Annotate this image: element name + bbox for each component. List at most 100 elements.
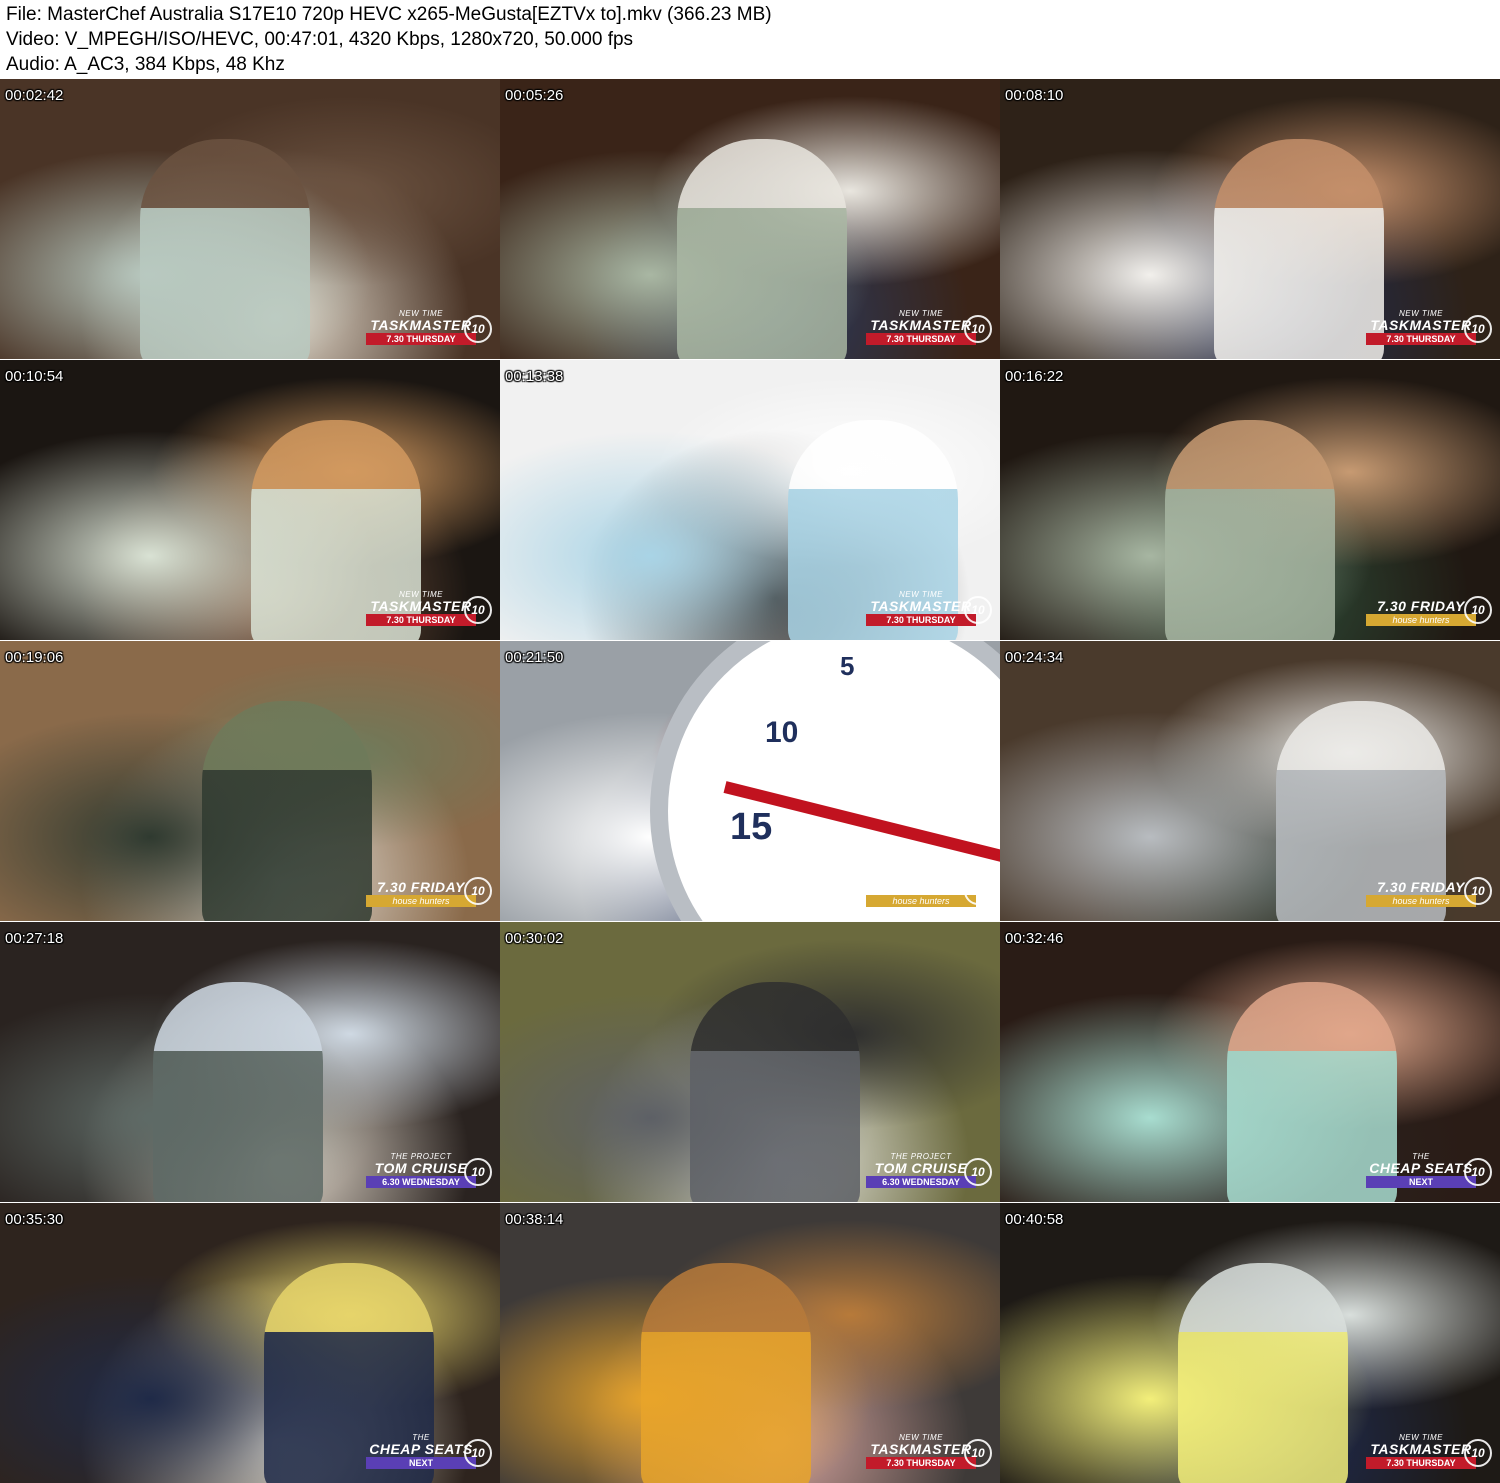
video-frame-thumbnail[interactable]: 00:05:26 NEW TIME TASKMASTER 7.30 THURSDAY 1… [500,79,1000,359]
thumbnail-grid: 00:02:42 NEW TIME TASKMASTER 7.30 THURSDAY 1… [0,79,1500,1483]
video-frame-thumbnail[interactable]: 5 10 15 00:21:50 7.30 FRIDAY house hunters 10 [500,641,1000,921]
video-frame-thumbnail[interactable]: 00:16:22 7.30 FRIDAY house hunters 10 [1000,360,1500,640]
promo-overlay: THE PROJECT TOM CRUISE 6.30 WEDNESDAY [366,1152,476,1188]
person-silhouette [1178,1263,1348,1483]
promo-overlay-title: 7.30 FRIDAY [1377,879,1465,895]
channel-10-logo-icon: 10 [964,1439,992,1467]
channel-10-logo-icon: 10 [964,1158,992,1186]
promo-overlay-title: CHEAP SEATS [369,1441,473,1457]
person-silhouette [140,139,310,359]
promo-overlay-title: 7.30 FRIDAY [1377,598,1465,614]
channel-10-logo-icon: 10 [1464,1158,1492,1186]
channel-10-logo-icon: 10 [964,596,992,624]
promo-overlay-title: TASKMASTER [370,598,472,614]
video-info-line: Video: V_MPEGH/ISO/HEVC, 00:47:01, 4320 … [6,29,634,50]
promo-overlay-title: TASKMASTER [870,317,972,333]
person-silhouette [202,701,372,921]
promo-overlay-band: 7.30 THURSDAY [866,614,976,626]
video-frame-thumbnail[interactable]: 00:02:42 NEW TIME TASKMASTER 7.30 THURSDAY 1… [0,79,500,359]
video-frame-thumbnail[interactable]: 00:32:46 THE CHEAP SEATS NEXT 10 [1000,922,1500,1202]
promo-overlay: THE CHEAP SEATS NEXT [366,1433,476,1469]
promo-overlay: NEW TIME TASKMASTER 7.30 THURSDAY [366,590,476,626]
video-frame-thumbnail[interactable]: 00:24:34 7.30 FRIDAY house hunters 10 [1000,641,1500,921]
promo-overlay: THE PROJECT TOM CRUISE 6.30 WEDNESDAY [866,1152,976,1188]
promo-overlay-title: TASKMASTER [870,598,972,614]
frame-timestamp: 00:30:02 [505,930,564,947]
promo-overlay-band: 7.30 THURSDAY [366,333,476,345]
promo-overlay-title: 7.30 FRIDAY [877,879,965,895]
frame-timestamp: 00:38:14 [505,1211,564,1228]
promo-overlay-band: house hunters [1366,895,1476,907]
video-frame-thumbnail[interactable]: 00:27:18 THE PROJECT TOM CRUISE 6.30 WEDNES… [0,922,500,1202]
frame-timestamp: 00:40:58 [1005,1211,1064,1228]
promo-overlay: 7.30 FRIDAY house hunters [1366,880,1476,907]
frame-timestamp: 00:13:38 [505,368,564,385]
video-frame-thumbnail[interactable]: 00:30:02 THE PROJECT TOM CRUISE 6.30 WEDNES… [500,922,1000,1202]
channel-10-logo-icon: 10 [964,315,992,343]
promo-overlay-title: 7.30 FRIDAY [377,879,465,895]
promo-overlay-title: TASKMASTER [870,1441,972,1457]
timer-dial-number: 5 [840,651,855,681]
video-frame-thumbnail[interactable]: 00:40:58 NEW TIME TASKMASTER 7.30 THURSDAY 1… [1000,1203,1500,1483]
promo-overlay-title: TASKMASTER [1370,1441,1472,1457]
channel-10-logo-icon: 10 [1464,315,1492,343]
promo-overlay: NEW TIME TASKMASTER 7.30 THURSDAY [1366,1433,1476,1469]
video-frame-thumbnail[interactable]: 00:13:38 NEW TIME TASKMASTER 7.30 THURSDAY 1… [500,360,1000,640]
channel-10-logo-icon: 10 [464,596,492,624]
channel-10-logo-icon: 10 [1464,877,1492,905]
video-frame-thumbnail[interactable]: 00:35:30 THE CHEAP SEATS NEXT 10 [0,1203,500,1483]
channel-10-logo-icon: 10 [464,315,492,343]
promo-overlay-title: TOM CRUISE [874,1160,968,1176]
person-silhouette [690,982,860,1202]
person-silhouette [1214,139,1384,359]
promo-overlay: NEW TIME TASKMASTER 7.30 THURSDAY [866,309,976,345]
channel-10-logo-icon: 10 [1464,596,1492,624]
promo-overlay-band: NEXT [1366,1176,1476,1188]
frame-timestamp: 00:10:54 [5,368,64,385]
file-info-header: File: MasterChef Australia S17E10 720p H… [0,0,1500,78]
promo-overlay-band: 6.30 WEDNESDAY [366,1176,476,1188]
promo-overlay-band: house hunters [1366,614,1476,626]
promo-overlay-band: 7.30 THURSDAY [366,614,476,626]
audio-info-line: Audio: A_AC3, 384 Kbps, 48 Khz [6,54,285,75]
timer-dial-number: 10 [765,716,799,749]
frame-timestamp: 00:19:06 [5,649,64,666]
promo-overlay-title: TASKMASTER [1370,317,1472,333]
frame-timestamp: 00:27:18 [5,930,64,947]
promo-overlay-band: 7.30 THURSDAY [866,333,976,345]
promo-overlay: 7.30 FRIDAY house hunters [1366,599,1476,626]
person-silhouette [641,1263,811,1483]
promo-overlay-band: 7.30 THURSDAY [866,1457,976,1469]
promo-overlay: NEW TIME TASKMASTER 7.30 THURSDAY [866,1433,976,1469]
promo-overlay-band: NEXT [366,1457,476,1469]
channel-10-logo-icon: 10 [964,877,992,905]
channel-10-logo-icon: 10 [464,1439,492,1467]
video-frame-thumbnail[interactable]: 00:19:06 7.30 FRIDAY house hunters 10 [0,641,500,921]
promo-overlay: THE CHEAP SEATS NEXT [1366,1152,1476,1188]
person-silhouette [677,139,847,359]
channel-10-logo-icon: 10 [464,877,492,905]
frame-timestamp: 00:05:26 [505,87,564,104]
promo-overlay-band: 6.30 WEDNESDAY [866,1176,976,1188]
video-frame-thumbnail[interactable]: 00:08:10 NEW TIME TASKMASTER 7.30 THURSDAY 1… [1000,79,1500,359]
channel-10-logo-icon: 10 [464,1158,492,1186]
promo-overlay-title: TASKMASTER [370,317,472,333]
frame-timestamp: 00:21:50 [505,649,564,666]
promo-overlay-band: 7.30 THURSDAY [1366,333,1476,345]
channel-10-logo-icon: 10 [1464,1439,1492,1467]
promo-overlay: NEW TIME TASKMASTER 7.30 THURSDAY [366,309,476,345]
frame-timestamp: 00:35:30 [5,1211,64,1228]
promo-overlay: NEW TIME TASKMASTER 7.30 THURSDAY [1366,309,1476,345]
frame-timestamp: 00:08:10 [1005,87,1064,104]
frame-timestamp: 00:16:22 [1005,368,1064,385]
promo-overlay-band: house hunters [866,895,976,907]
frame-timestamp: 00:32:46 [1005,930,1064,947]
video-frame-thumbnail[interactable]: 00:38:14 NEW TIME TASKMASTER 7.30 THURSDAY 1… [500,1203,1000,1483]
promo-overlay: 7.30 FRIDAY house hunters [866,880,976,907]
promo-overlay: NEW TIME TASKMASTER 7.30 THURSDAY [866,590,976,626]
video-frame-thumbnail[interactable]: 00:10:54 NEW TIME TASKMASTER 7.30 THURSDAY 1… [0,360,500,640]
file-name-line: File: MasterChef Australia S17E10 720p H… [6,4,772,25]
frame-timestamp: 00:02:42 [5,87,64,104]
person-silhouette [153,982,323,1202]
promo-overlay: 7.30 FRIDAY house hunters [366,880,476,907]
